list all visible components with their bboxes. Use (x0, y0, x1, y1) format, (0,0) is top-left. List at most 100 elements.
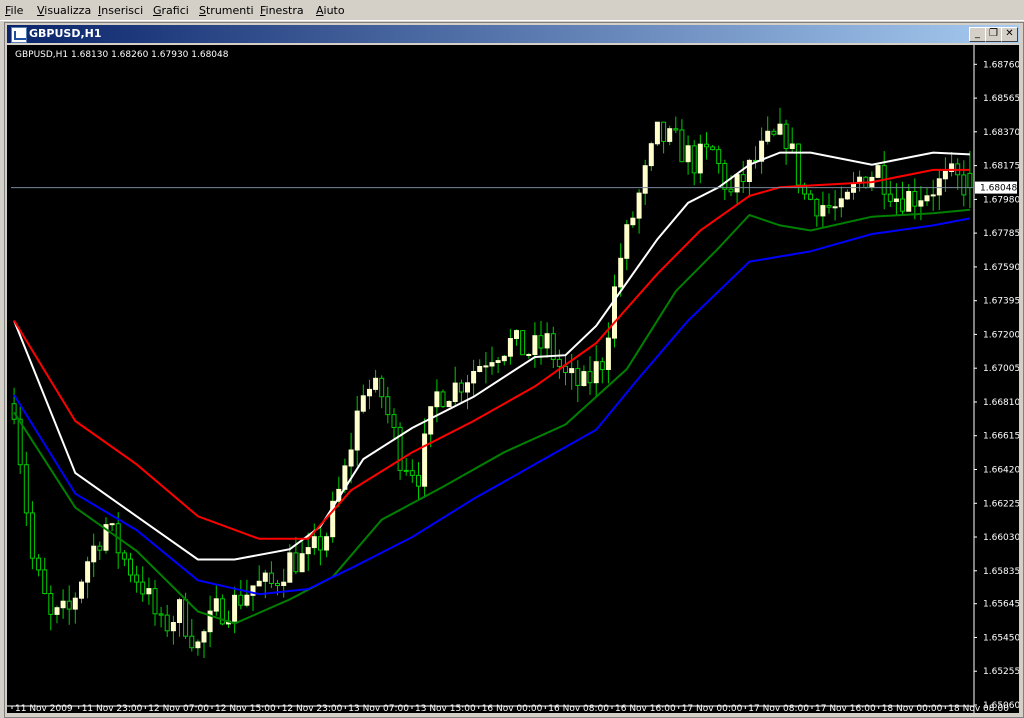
bull-candle (489, 362, 495, 367)
time-tick-label: 18 Nov 00:00 (882, 704, 943, 713)
bear-candle (121, 552, 127, 560)
bear-candle (740, 174, 746, 183)
menu-item-file[interactable]: File (5, 4, 23, 17)
menu-item-grafici[interactable]: Grafici (153, 4, 189, 17)
window-title-bar[interactable]: GBPUSD,H1 _ ❐ ✕ (7, 25, 1019, 43)
chart-background (7, 45, 1019, 713)
price-tick-label: 1.66810 (983, 398, 1019, 408)
bull-candle (636, 192, 642, 219)
price-tick-label: 1.67590 (983, 263, 1019, 273)
bull-candle (569, 368, 575, 374)
candlestick-chart[interactable]: GBPUSD,H1 1.68130 1.68260 1.67930 1.6804… (7, 45, 1019, 713)
time-tick-label: 16 Nov 08:00 (548, 704, 609, 713)
bear-candle (458, 382, 464, 393)
price-tick-label: 1.67785 (983, 229, 1019, 239)
bear-candle (814, 198, 820, 217)
chart-window-icon (11, 27, 27, 43)
bear-candle (587, 371, 593, 384)
bull-candle (930, 194, 936, 197)
bear-candle (379, 377, 385, 398)
bear-candle (716, 149, 722, 164)
bear-candle (704, 143, 709, 148)
window-title: GBPUSD,H1 (29, 27, 102, 40)
bear-candle (710, 146, 716, 151)
bear-candle (317, 536, 323, 551)
price-tick-label: 1.68175 (983, 162, 1019, 172)
bear-candle (563, 365, 568, 373)
price-tick-label: 1.66030 (983, 533, 1019, 543)
bear-candle (900, 198, 905, 212)
time-tick-label: 17 Nov 16:00 (815, 704, 876, 713)
bear-candle (36, 557, 42, 571)
bull-candle (612, 286, 617, 339)
bull-candle (918, 200, 924, 207)
bull-candle (832, 206, 838, 209)
bear-candle (826, 205, 832, 208)
bull-candle (195, 641, 201, 649)
bull-candle (759, 140, 765, 162)
bull-candle (697, 143, 703, 174)
time-tick-label: 12 Nov 07:00 (148, 704, 209, 713)
price-tick-label: 1.67200 (983, 330, 1019, 340)
bear-candle (152, 588, 158, 615)
price-tick-label: 1.66225 (983, 499, 1019, 509)
bull-candle (630, 217, 636, 226)
bull-candle (820, 205, 826, 217)
bull-candle (465, 382, 470, 393)
bear-candle (691, 145, 697, 174)
bull-candle (446, 401, 452, 408)
bear-candle (416, 474, 421, 487)
bull-candle (281, 581, 287, 587)
bear-candle (409, 470, 415, 476)
time-tick-label: 17 Nov 00:00 (682, 704, 743, 713)
bear-candle (728, 188, 734, 193)
price-tick-label: 1.65450 (983, 634, 1019, 644)
price-tick-label: 1.65645 (983, 600, 1019, 610)
time-tick-label: 11 Nov 23:00 (82, 704, 143, 713)
restore-button[interactable]: ❐ (985, 27, 1002, 42)
bear-candle (391, 414, 397, 429)
menu-item-inserisci[interactable]: Inserisci (98, 4, 143, 17)
bear-candle (158, 613, 164, 616)
menu-item-finestra[interactable]: Finestra (260, 4, 304, 17)
menu-item-strumenti[interactable]: Strumenti (199, 4, 254, 17)
chart-area[interactable]: GBPUSD,H1 1.68130 1.68260 1.67930 1.6804… (7, 45, 1019, 713)
bull-candle (618, 257, 624, 288)
bear-candle (403, 469, 409, 472)
bull-candle (452, 382, 458, 403)
bull-candle (526, 354, 532, 356)
bull-candle (434, 391, 440, 408)
bull-candle (648, 143, 654, 167)
bull-candle (483, 365, 489, 368)
close-button[interactable]: ✕ (1001, 27, 1018, 42)
menu-item-aiuto[interactable]: Aiuto (316, 4, 345, 17)
bear-candle (23, 464, 29, 514)
bull-candle (734, 174, 740, 193)
chart-window: GBPUSD,H1 _ ❐ ✕ GBPUSD,H1 1.68130 1.6826… (4, 22, 1024, 718)
bull-candle (495, 360, 501, 364)
price-tick-label: 1.68370 (983, 128, 1019, 138)
bull-candle (79, 581, 84, 599)
bull-candle (777, 123, 783, 135)
bear-candle (140, 581, 146, 595)
bull-candle (348, 449, 354, 467)
bear-candle (189, 635, 195, 649)
bull-candle (924, 195, 930, 202)
bear-candle (520, 330, 526, 356)
bull-candle (593, 361, 599, 384)
minimize-button[interactable]: _ (969, 27, 986, 42)
bull-candle (360, 395, 366, 412)
bull-candle (544, 333, 550, 349)
bull-candle (514, 330, 519, 340)
bull-candle (581, 371, 587, 387)
bull-candle (244, 594, 250, 606)
price-tick-label: 1.67005 (983, 364, 1019, 374)
bull-candle (354, 410, 360, 451)
bear-candle (771, 130, 777, 135)
menu-item-visualizza[interactable]: Visualizza (37, 4, 91, 17)
bull-candle (324, 536, 330, 551)
bear-candle (912, 191, 918, 207)
bear-candle (29, 512, 35, 559)
bear-candle (440, 391, 446, 408)
current-price-label: 1.68048 (980, 184, 1017, 194)
